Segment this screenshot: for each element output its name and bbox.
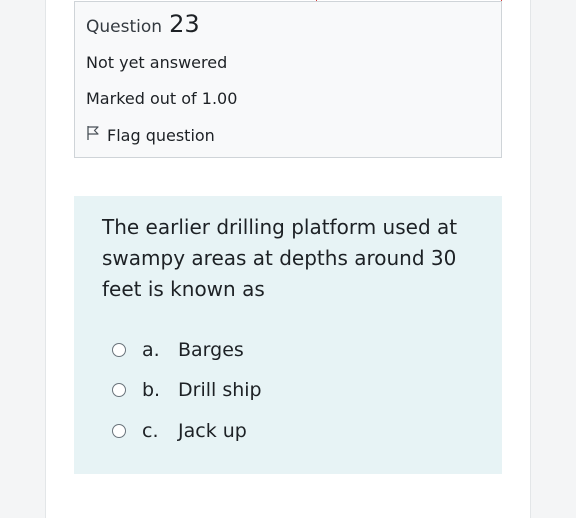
question-grade: Marked out of 1.00 (86, 89, 238, 108)
answer-option-c[interactable]: c. Jack up (112, 420, 247, 442)
answer-label: Drill ship (178, 379, 262, 401)
question-number: 23 (169, 10, 200, 38)
answer-letter: a. (142, 339, 160, 361)
question-text: The earlier drilling platform used at sw… (102, 215, 458, 301)
answer-option-b[interactable]: b. Drill ship (112, 379, 262, 401)
question-title: Question 23 (86, 10, 200, 38)
answer-letter: c. (142, 420, 159, 442)
flag-question-link[interactable]: Flag question (86, 125, 215, 145)
radio-unchecked-icon[interactable] (112, 424, 126, 438)
question-status: Not yet answered (86, 53, 228, 72)
flag-icon (86, 125, 107, 145)
answer-label: Barges (178, 339, 244, 361)
question-content-card: The earlier drilling platform used at sw… (74, 196, 502, 474)
flag-question-label: Flag question (107, 125, 215, 145)
answer-letter: b. (142, 379, 161, 401)
question-info-card: Question 23 Not yet answered Marked out … (74, 1, 502, 158)
question-label: Question (86, 17, 163, 37)
radio-unchecked-icon[interactable] (112, 383, 126, 397)
answer-label: Jack up (178, 420, 247, 442)
radio-unchecked-icon[interactable] (112, 343, 126, 357)
answer-option-a[interactable]: a. Barges (112, 339, 244, 361)
